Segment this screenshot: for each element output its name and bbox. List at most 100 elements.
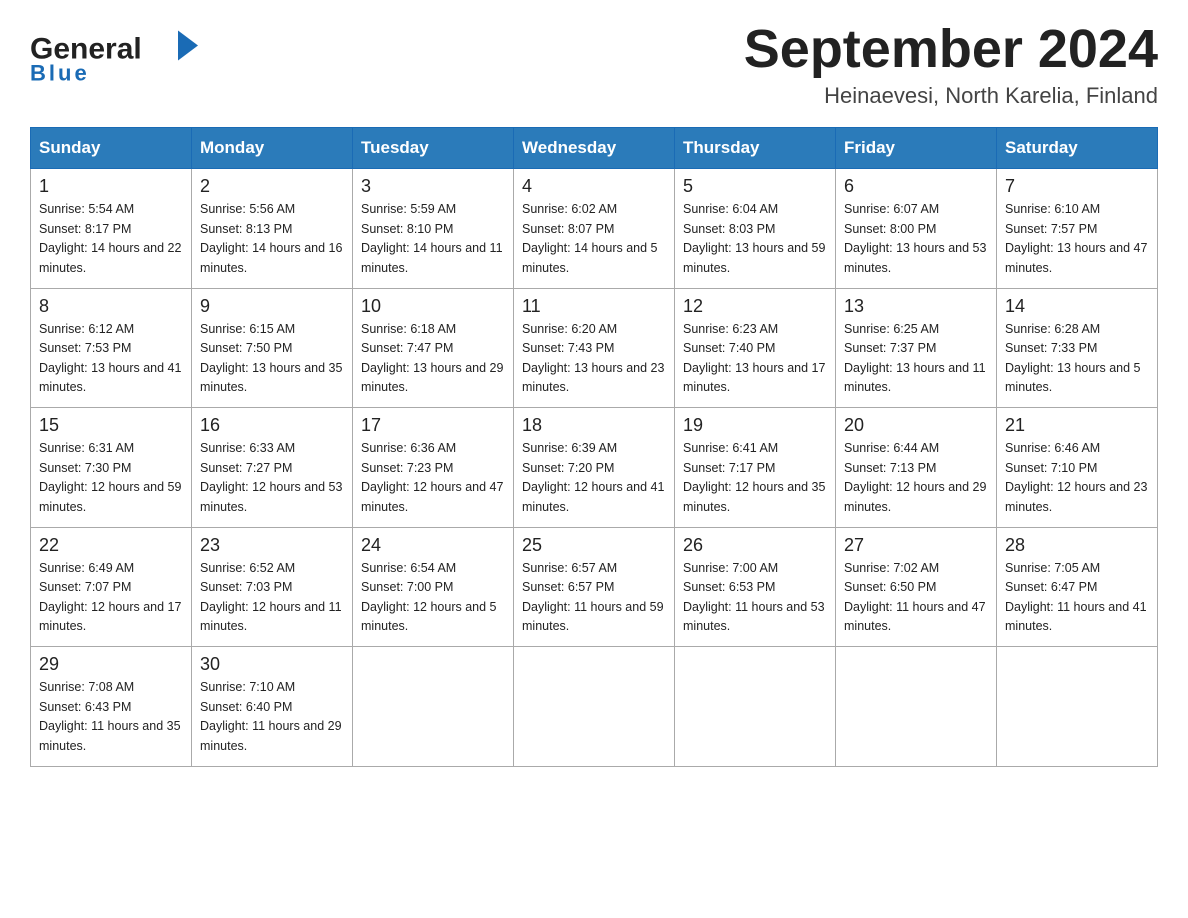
day-info: Sunrise: 6:12 AMSunset: 7:53 PMDaylight:… xyxy=(39,320,183,398)
day-number: 15 xyxy=(39,415,183,436)
calendar-cell: 26 Sunrise: 7:00 AMSunset: 6:53 PMDaylig… xyxy=(675,527,836,647)
calendar-cell: 24 Sunrise: 6:54 AMSunset: 7:00 PMDaylig… xyxy=(353,527,514,647)
day-info: Sunrise: 5:59 AMSunset: 8:10 PMDaylight:… xyxy=(361,200,505,278)
day-info: Sunrise: 7:02 AMSunset: 6:50 PMDaylight:… xyxy=(844,559,988,637)
day-info: Sunrise: 6:41 AMSunset: 7:17 PMDaylight:… xyxy=(683,439,827,517)
day-number: 11 xyxy=(522,296,666,317)
day-number: 26 xyxy=(683,535,827,556)
calendar-cell: 8 Sunrise: 6:12 AMSunset: 7:53 PMDayligh… xyxy=(31,288,192,408)
month-title: September 2024 xyxy=(744,20,1158,79)
calendar-cell: 2 Sunrise: 5:56 AMSunset: 8:13 PMDayligh… xyxy=(192,169,353,289)
day-info: Sunrise: 6:52 AMSunset: 7:03 PMDaylight:… xyxy=(200,559,344,637)
calendar-cell xyxy=(514,647,675,767)
col-header-thursday: Thursday xyxy=(675,128,836,169)
day-info: Sunrise: 6:28 AMSunset: 7:33 PMDaylight:… xyxy=(1005,320,1149,398)
calendar-cell: 27 Sunrise: 7:02 AMSunset: 6:50 PMDaylig… xyxy=(836,527,997,647)
calendar-cell xyxy=(675,647,836,767)
day-info: Sunrise: 6:18 AMSunset: 7:47 PMDaylight:… xyxy=(361,320,505,398)
calendar-cell: 7 Sunrise: 6:10 AMSunset: 7:57 PMDayligh… xyxy=(997,169,1158,289)
day-info: Sunrise: 5:54 AMSunset: 8:17 PMDaylight:… xyxy=(39,200,183,278)
calendar-cell: 29 Sunrise: 7:08 AMSunset: 6:43 PMDaylig… xyxy=(31,647,192,767)
col-header-monday: Monday xyxy=(192,128,353,169)
calendar-cell: 5 Sunrise: 6:04 AMSunset: 8:03 PMDayligh… xyxy=(675,169,836,289)
day-number: 21 xyxy=(1005,415,1149,436)
day-number: 24 xyxy=(361,535,505,556)
day-info: Sunrise: 6:44 AMSunset: 7:13 PMDaylight:… xyxy=(844,439,988,517)
page-header: General Blue September 2024 Heinaevesi, … xyxy=(30,20,1158,109)
calendar-cell: 10 Sunrise: 6:18 AMSunset: 7:47 PMDaylig… xyxy=(353,288,514,408)
header-row: SundayMondayTuesdayWednesdayThursdayFrid… xyxy=(31,128,1158,169)
calendar-cell: 25 Sunrise: 6:57 AMSunset: 6:57 PMDaylig… xyxy=(514,527,675,647)
day-number: 2 xyxy=(200,176,344,197)
day-info: Sunrise: 6:49 AMSunset: 7:07 PMDaylight:… xyxy=(39,559,183,637)
calendar-cell: 6 Sunrise: 6:07 AMSunset: 8:00 PMDayligh… xyxy=(836,169,997,289)
day-number: 17 xyxy=(361,415,505,436)
calendar-cell: 15 Sunrise: 6:31 AMSunset: 7:30 PMDaylig… xyxy=(31,408,192,528)
calendar-cell: 1 Sunrise: 5:54 AMSunset: 8:17 PMDayligh… xyxy=(31,169,192,289)
day-info: Sunrise: 7:00 AMSunset: 6:53 PMDaylight:… xyxy=(683,559,827,637)
day-info: Sunrise: 6:04 AMSunset: 8:03 PMDaylight:… xyxy=(683,200,827,278)
day-number: 3 xyxy=(361,176,505,197)
day-info: Sunrise: 6:25 AMSunset: 7:37 PMDaylight:… xyxy=(844,320,988,398)
title-area: September 2024 Heinaevesi, North Karelia… xyxy=(744,20,1158,109)
day-number: 29 xyxy=(39,654,183,675)
calendar-cell: 3 Sunrise: 5:59 AMSunset: 8:10 PMDayligh… xyxy=(353,169,514,289)
day-number: 12 xyxy=(683,296,827,317)
day-info: Sunrise: 6:10 AMSunset: 7:57 PMDaylight:… xyxy=(1005,200,1149,278)
day-number: 30 xyxy=(200,654,344,675)
day-info: Sunrise: 7:08 AMSunset: 6:43 PMDaylight:… xyxy=(39,678,183,756)
calendar-cell: 13 Sunrise: 6:25 AMSunset: 7:37 PMDaylig… xyxy=(836,288,997,408)
svg-text:Blue: Blue xyxy=(30,61,90,86)
day-number: 27 xyxy=(844,535,988,556)
logo-svg: General Blue xyxy=(30,20,210,90)
day-info: Sunrise: 6:57 AMSunset: 6:57 PMDaylight:… xyxy=(522,559,666,637)
day-info: Sunrise: 6:07 AMSunset: 8:00 PMDaylight:… xyxy=(844,200,988,278)
day-info: Sunrise: 6:46 AMSunset: 7:10 PMDaylight:… xyxy=(1005,439,1149,517)
calendar-cell: 19 Sunrise: 6:41 AMSunset: 7:17 PMDaylig… xyxy=(675,408,836,528)
calendar-cell: 16 Sunrise: 6:33 AMSunset: 7:27 PMDaylig… xyxy=(192,408,353,528)
calendar-cell: 23 Sunrise: 6:52 AMSunset: 7:03 PMDaylig… xyxy=(192,527,353,647)
col-header-friday: Friday xyxy=(836,128,997,169)
calendar-cell: 4 Sunrise: 6:02 AMSunset: 8:07 PMDayligh… xyxy=(514,169,675,289)
day-number: 22 xyxy=(39,535,183,556)
day-number: 14 xyxy=(1005,296,1149,317)
day-info: Sunrise: 6:33 AMSunset: 7:27 PMDaylight:… xyxy=(200,439,344,517)
col-header-saturday: Saturday xyxy=(997,128,1158,169)
calendar-cell: 22 Sunrise: 6:49 AMSunset: 7:07 PMDaylig… xyxy=(31,527,192,647)
calendar-cell xyxy=(997,647,1158,767)
day-info: Sunrise: 6:02 AMSunset: 8:07 PMDaylight:… xyxy=(522,200,666,278)
week-row-5: 29 Sunrise: 7:08 AMSunset: 6:43 PMDaylig… xyxy=(31,647,1158,767)
calendar-cell xyxy=(836,647,997,767)
day-number: 20 xyxy=(844,415,988,436)
day-number: 7 xyxy=(1005,176,1149,197)
calendar-cell xyxy=(353,647,514,767)
day-number: 19 xyxy=(683,415,827,436)
day-number: 25 xyxy=(522,535,666,556)
day-info: Sunrise: 5:56 AMSunset: 8:13 PMDaylight:… xyxy=(200,200,344,278)
logo: General Blue xyxy=(30,20,210,90)
col-header-wednesday: Wednesday xyxy=(514,128,675,169)
day-info: Sunrise: 7:05 AMSunset: 6:47 PMDaylight:… xyxy=(1005,559,1149,637)
day-info: Sunrise: 6:39 AMSunset: 7:20 PMDaylight:… xyxy=(522,439,666,517)
day-number: 4 xyxy=(522,176,666,197)
calendar-cell: 9 Sunrise: 6:15 AMSunset: 7:50 PMDayligh… xyxy=(192,288,353,408)
day-number: 8 xyxy=(39,296,183,317)
calendar-cell: 28 Sunrise: 7:05 AMSunset: 6:47 PMDaylig… xyxy=(997,527,1158,647)
calendar-cell: 18 Sunrise: 6:39 AMSunset: 7:20 PMDaylig… xyxy=(514,408,675,528)
day-info: Sunrise: 6:31 AMSunset: 7:30 PMDaylight:… xyxy=(39,439,183,517)
day-number: 1 xyxy=(39,176,183,197)
location-title: Heinaevesi, North Karelia, Finland xyxy=(744,83,1158,109)
calendar-cell: 12 Sunrise: 6:23 AMSunset: 7:40 PMDaylig… xyxy=(675,288,836,408)
day-info: Sunrise: 6:23 AMSunset: 7:40 PMDaylight:… xyxy=(683,320,827,398)
day-number: 10 xyxy=(361,296,505,317)
week-row-3: 15 Sunrise: 6:31 AMSunset: 7:30 PMDaylig… xyxy=(31,408,1158,528)
day-number: 16 xyxy=(200,415,344,436)
day-number: 23 xyxy=(200,535,344,556)
col-header-tuesday: Tuesday xyxy=(353,128,514,169)
col-header-sunday: Sunday xyxy=(31,128,192,169)
calendar-cell: 20 Sunrise: 6:44 AMSunset: 7:13 PMDaylig… xyxy=(836,408,997,528)
day-number: 28 xyxy=(1005,535,1149,556)
day-info: Sunrise: 6:36 AMSunset: 7:23 PMDaylight:… xyxy=(361,439,505,517)
day-number: 5 xyxy=(683,176,827,197)
calendar-cell: 11 Sunrise: 6:20 AMSunset: 7:43 PMDaylig… xyxy=(514,288,675,408)
